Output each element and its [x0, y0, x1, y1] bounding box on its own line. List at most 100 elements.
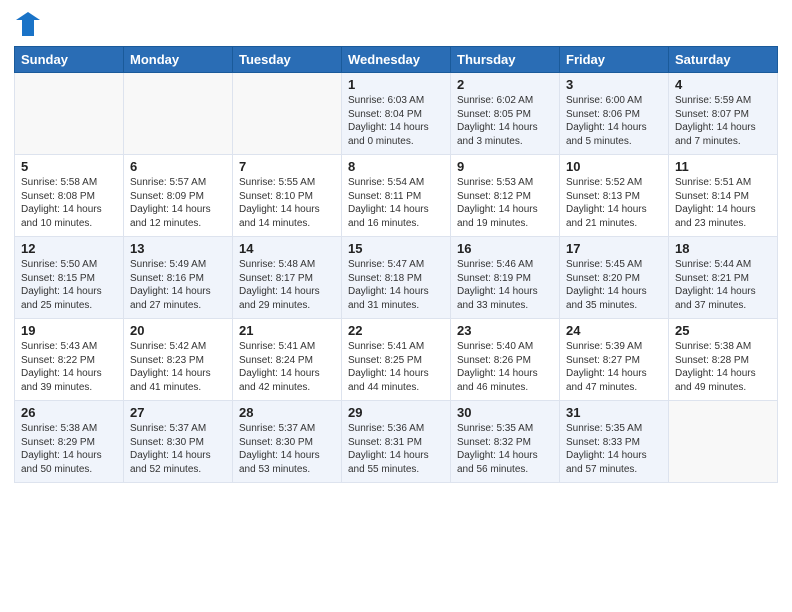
day-number: 22 [348, 323, 444, 338]
calendar-cell: 1 Sunrise: 6:03 AM Sunset: 8:04 PM Daylig… [342, 73, 451, 155]
day-number: 16 [457, 241, 553, 256]
header-row: SundayMondayTuesdayWednesdayThursdayFrid… [15, 47, 778, 73]
day-number: 3 [566, 77, 662, 92]
day-content: Sunrise: 6:02 AM Sunset: 8:05 PM Dayligh… [457, 94, 553, 148]
day-content: Sunrise: 5:49 AM Sunset: 8:16 PM Dayligh… [130, 258, 226, 312]
day-number: 23 [457, 323, 553, 338]
day-content: Sunrise: 5:38 AM Sunset: 8:28 PM Dayligh… [675, 340, 771, 394]
day-header-saturday: Saturday [669, 47, 778, 73]
day-number: 13 [130, 241, 226, 256]
day-content: Sunrise: 5:43 AM Sunset: 8:22 PM Dayligh… [21, 340, 117, 394]
day-content: Sunrise: 5:40 AM Sunset: 8:26 PM Dayligh… [457, 340, 553, 394]
day-content: Sunrise: 5:41 AM Sunset: 8:24 PM Dayligh… [239, 340, 335, 394]
day-number: 10 [566, 159, 662, 174]
day-content: Sunrise: 6:00 AM Sunset: 8:06 PM Dayligh… [566, 94, 662, 148]
day-number: 25 [675, 323, 771, 338]
calendar-cell: 16 Sunrise: 5:46 AM Sunset: 8:19 PM Dayli… [451, 237, 560, 319]
day-content: Sunrise: 5:46 AM Sunset: 8:19 PM Dayligh… [457, 258, 553, 312]
day-number: 1 [348, 77, 444, 92]
calendar-cell [15, 73, 124, 155]
calendar-cell: 26 Sunrise: 5:38 AM Sunset: 8:29 PM Dayli… [15, 401, 124, 483]
week-row: 12 Sunrise: 5:50 AM Sunset: 8:15 PM Dayli… [15, 237, 778, 319]
calendar-cell: 18 Sunrise: 5:44 AM Sunset: 8:21 PM Dayli… [669, 237, 778, 319]
calendar-cell: 27 Sunrise: 5:37 AM Sunset: 8:30 PM Dayli… [124, 401, 233, 483]
day-content: Sunrise: 5:37 AM Sunset: 8:30 PM Dayligh… [239, 422, 335, 476]
calendar-cell: 3 Sunrise: 6:00 AM Sunset: 8:06 PM Daylig… [560, 73, 669, 155]
day-content: Sunrise: 5:47 AM Sunset: 8:18 PM Dayligh… [348, 258, 444, 312]
day-number: 11 [675, 159, 771, 174]
week-row: 5Sunrise: 5:58 AM Sunset: 8:08 PM Daylig… [15, 155, 778, 237]
day-content: Sunrise: 5:38 AM Sunset: 8:29 PM Dayligh… [21, 422, 117, 476]
day-content: Sunrise: 5:44 AM Sunset: 8:21 PM Dayligh… [675, 258, 771, 312]
calendar-cell: 8 Sunrise: 5:54 AM Sunset: 8:11 PM Daylig… [342, 155, 451, 237]
day-content: Sunrise: 5:59 AM Sunset: 8:07 PM Dayligh… [675, 94, 771, 148]
calendar-cell [124, 73, 233, 155]
calendar-cell [233, 73, 342, 155]
calendar-cell: 10 Sunrise: 5:52 AM Sunset: 8:13 PM Dayli… [560, 155, 669, 237]
day-number: 12 [21, 241, 117, 256]
day-number: 27 [130, 405, 226, 420]
day-number: 2 [457, 77, 553, 92]
day-number: 9 [457, 159, 553, 174]
day-header-sunday: Sunday [15, 47, 124, 73]
day-content: Sunrise: 5:37 AM Sunset: 8:30 PM Dayligh… [130, 422, 226, 476]
calendar-cell: 6 Sunrise: 5:57 AM Sunset: 8:09 PM Daylig… [124, 155, 233, 237]
day-content: Sunrise: 5:48 AM Sunset: 8:17 PM Dayligh… [239, 258, 335, 312]
page: SundayMondayTuesdayWednesdayThursdayFrid… [0, 0, 792, 612]
day-number: 14 [239, 241, 335, 256]
calendar-cell: 23 Sunrise: 5:40 AM Sunset: 8:26 PM Dayli… [451, 319, 560, 401]
day-content: Sunrise: 5:52 AM Sunset: 8:13 PM Dayligh… [566, 176, 662, 230]
day-content: Sunrise: 5:35 AM Sunset: 8:32 PM Dayligh… [457, 422, 553, 476]
day-number: 20 [130, 323, 226, 338]
calendar-table: SundayMondayTuesdayWednesdayThursdayFrid… [14, 46, 778, 483]
day-number: 30 [457, 405, 553, 420]
day-content: Sunrise: 5:41 AM Sunset: 8:25 PM Dayligh… [348, 340, 444, 394]
calendar-cell: 17 Sunrise: 5:45 AM Sunset: 8:20 PM Dayli… [560, 237, 669, 319]
calendar-cell: 20 Sunrise: 5:42 AM Sunset: 8:23 PM Dayli… [124, 319, 233, 401]
day-content: Sunrise: 6:03 AM Sunset: 8:04 PM Dayligh… [348, 94, 444, 148]
calendar-cell: 21 Sunrise: 5:41 AM Sunset: 8:24 PM Dayli… [233, 319, 342, 401]
calendar-cell: 5Sunrise: 5:58 AM Sunset: 8:08 PM Daylig… [15, 155, 124, 237]
day-content: Sunrise: 5:42 AM Sunset: 8:23 PM Dayligh… [130, 340, 226, 394]
day-content: Sunrise: 5:45 AM Sunset: 8:20 PM Dayligh… [566, 258, 662, 312]
calendar-cell: 28 Sunrise: 5:37 AM Sunset: 8:30 PM Dayli… [233, 401, 342, 483]
day-content: Sunrise: 5:53 AM Sunset: 8:12 PM Dayligh… [457, 176, 553, 230]
day-content: Sunrise: 5:55 AM Sunset: 8:10 PM Dayligh… [239, 176, 335, 230]
calendar-cell: 12 Sunrise: 5:50 AM Sunset: 8:15 PM Dayli… [15, 237, 124, 319]
day-header-monday: Monday [124, 47, 233, 73]
calendar-cell: 14 Sunrise: 5:48 AM Sunset: 8:17 PM Dayli… [233, 237, 342, 319]
day-content: Sunrise: 5:36 AM Sunset: 8:31 PM Dayligh… [348, 422, 444, 476]
calendar-cell: 11 Sunrise: 5:51 AM Sunset: 8:14 PM Dayli… [669, 155, 778, 237]
day-content: Sunrise: 5:51 AM Sunset: 8:14 PM Dayligh… [675, 176, 771, 230]
calendar-cell: 24Sunrise: 5:39 AM Sunset: 8:27 PM Dayli… [560, 319, 669, 401]
day-number: 24 [566, 323, 662, 338]
day-number: 26 [21, 405, 117, 420]
day-number: 6 [130, 159, 226, 174]
day-number: 17 [566, 241, 662, 256]
day-content: Sunrise: 5:57 AM Sunset: 8:09 PM Dayligh… [130, 176, 226, 230]
calendar-cell: 13 Sunrise: 5:49 AM Sunset: 8:16 PM Dayli… [124, 237, 233, 319]
day-number: 29 [348, 405, 444, 420]
calendar-cell [669, 401, 778, 483]
calendar-cell: 7 Sunrise: 5:55 AM Sunset: 8:10 PM Daylig… [233, 155, 342, 237]
day-content: Sunrise: 5:54 AM Sunset: 8:11 PM Dayligh… [348, 176, 444, 230]
day-number: 8 [348, 159, 444, 174]
week-row: 19 Sunrise: 5:43 AM Sunset: 8:22 PM Dayli… [15, 319, 778, 401]
week-row: 26 Sunrise: 5:38 AM Sunset: 8:29 PM Dayli… [15, 401, 778, 483]
calendar-cell: 4 Sunrise: 5:59 AM Sunset: 8:07 PM Daylig… [669, 73, 778, 155]
day-number: 21 [239, 323, 335, 338]
day-header-friday: Friday [560, 47, 669, 73]
day-content: Sunrise: 5:50 AM Sunset: 8:15 PM Dayligh… [21, 258, 117, 312]
calendar-cell: 22 Sunrise: 5:41 AM Sunset: 8:25 PM Dayli… [342, 319, 451, 401]
day-header-tuesday: Tuesday [233, 47, 342, 73]
day-number: 7 [239, 159, 335, 174]
day-number: 18 [675, 241, 771, 256]
calendar-cell: 29 Sunrise: 5:36 AM Sunset: 8:31 PM Dayli… [342, 401, 451, 483]
calendar-cell: 30 Sunrise: 5:35 AM Sunset: 8:32 PM Dayli… [451, 401, 560, 483]
day-number: 28 [239, 405, 335, 420]
day-number: 31 [566, 405, 662, 420]
day-content: Sunrise: 5:35 AM Sunset: 8:33 PM Dayligh… [566, 422, 662, 476]
day-number: 19 [21, 323, 117, 338]
day-header-thursday: Thursday [451, 47, 560, 73]
day-number: 4 [675, 77, 771, 92]
